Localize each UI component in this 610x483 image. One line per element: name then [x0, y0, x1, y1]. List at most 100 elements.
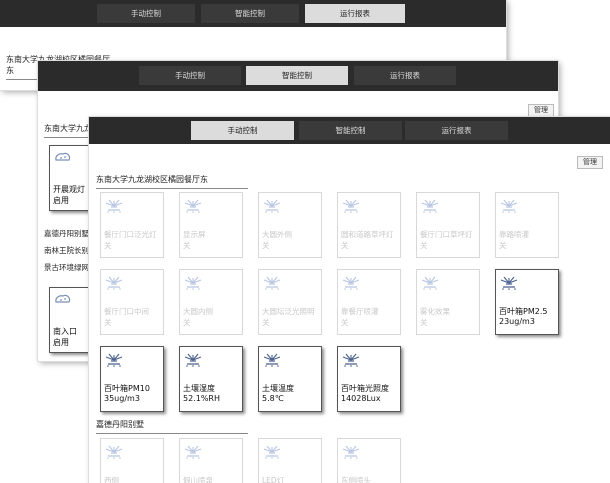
section-title: 东南大学九龙 [44, 123, 94, 138]
sprinkler-icon [184, 445, 202, 459]
tile-name: 百叶箱光照度 [341, 384, 389, 393]
sprinkler-icon [263, 199, 281, 213]
tile-name: 圆和道路草坪灯 [341, 230, 394, 239]
tab-run-report[interactable]: 运行报表 [405, 121, 508, 140]
sprinkler-icon [184, 353, 202, 367]
device-tile[interactable]: 大圆内侧关 [179, 269, 243, 335]
tile-name: 百叶箱PM2.5 [499, 307, 548, 316]
tile-name: 西侧 [104, 476, 119, 483]
sprinkler-icon [105, 276, 123, 290]
device-tile[interactable]: 雾化效果关 [416, 269, 480, 335]
sprinkler-icon [342, 353, 360, 367]
manage-button[interactable]: 管理 [577, 156, 603, 169]
device-tile[interactable]: 东侧喷头 [337, 438, 401, 483]
tab-smart-control[interactable]: 智能控制 [246, 66, 348, 85]
top-nav-bar: 手动控制 智能控制 运行报表 [38, 61, 558, 91]
tile-state: 启用 [53, 338, 69, 347]
tile-name: 餐厅门口泛光灯 [104, 230, 157, 239]
tile-state: 5.8℃ [262, 394, 284, 403]
device-tile[interactable]: 显示屏关 [179, 192, 243, 258]
tile-state: 关 [183, 318, 191, 327]
tab-smart-control[interactable]: 智能控制 [299, 121, 402, 140]
sprinkler-icon [55, 152, 71, 161]
sprinkler-icon [55, 294, 71, 303]
sprinkler-icon [342, 445, 360, 459]
device-tile[interactable]: 大圆坛泛光照明关 [258, 269, 322, 335]
tile-name: 靠路喷灌 [499, 230, 529, 239]
sprinkler-icon [184, 199, 202, 213]
tile-name: 土壤湿度 [183, 384, 215, 393]
sprinkler-icon [105, 445, 123, 459]
sprinkler-icon [500, 199, 518, 213]
device-tile[interactable]: 餐厅门口泛光灯关 [100, 192, 164, 258]
tile-state: 关 [104, 241, 112, 250]
tile-name: 显示屏 [183, 230, 206, 239]
device-tile[interactable]: 百叶箱PM10 35ug/m3 [100, 346, 164, 412]
site-list-item[interactable]: 嘉德丹阳别墅 [44, 228, 89, 239]
tile-state: 启用 [53, 196, 69, 205]
tile-name: 餐厅门口中间 [104, 307, 149, 316]
sprinkler-icon [342, 276, 360, 290]
device-tile[interactable]: 靠路喷灌关 [495, 192, 559, 258]
tab-manual-control[interactable]: 手动控制 [97, 4, 195, 23]
site-list-item[interactable]: 景古环境绿网 [44, 262, 89, 273]
section-title: 东南大学九龙湖校区橘园餐厅东 [96, 174, 248, 189]
tile-state: 关 [341, 318, 349, 327]
tile-name: 大圆坛泛光照明 [262, 307, 315, 316]
sprinkler-icon [263, 276, 281, 290]
tile-name: 大圆外侧 [262, 230, 292, 239]
tab-smart-control[interactable]: 智能控制 [201, 4, 299, 23]
device-tile[interactable]: 百叶箱PM2.5 23ug/m3 [495, 269, 559, 335]
tile-name: LED灯 [262, 476, 285, 483]
device-tile[interactable]: 靠餐厅喷灌关 [337, 269, 401, 335]
tile-state: 35ug/m3 [104, 394, 140, 403]
sprinkler-icon [263, 445, 281, 459]
tile-state: 14028Lux [341, 394, 381, 403]
tile-state: 关 [341, 241, 349, 250]
tile-state: 关 [420, 241, 428, 250]
tile-state: 关 [262, 241, 270, 250]
tile-name: 土壤温度 [262, 384, 294, 393]
sprinkler-icon [105, 353, 123, 367]
tile-name: 靠餐厅喷灌 [341, 307, 379, 316]
tab-manual-control[interactable]: 手动控制 [191, 121, 294, 140]
tile-name: 餐厅门口草坪灯 [420, 230, 473, 239]
tile-name: 南入口 [53, 327, 77, 336]
tile-state: 关 [499, 241, 507, 250]
tile-state: 52.1%RH [183, 394, 220, 403]
tile-name: 开晨观灯 [53, 185, 85, 194]
tile-name: 东侧喷头 [341, 476, 371, 483]
tile-state: 关 [420, 318, 428, 327]
sprinkler-icon [105, 199, 123, 213]
device-tile[interactable]: 百叶箱光照度 14028Lux [337, 346, 401, 412]
tile-name: 假山喷泉 [183, 476, 213, 483]
tab-manual-control[interactable]: 手动控制 [139, 66, 241, 85]
tile-name: 大圆内侧 [183, 307, 213, 316]
device-tile[interactable]: 假山喷泉 [179, 438, 243, 483]
sprinkler-icon [263, 353, 281, 367]
window-front: 手动控制 智能控制 运行报表 管理 东南大学九龙湖校区橘园餐厅东 嘉德丹阳别墅 … [89, 117, 610, 483]
sprinkler-icon [500, 276, 518, 290]
section-title: 嘉德丹阳别墅 [96, 419, 248, 434]
device-tile[interactable]: 土壤湿度 52.1%RH [179, 346, 243, 412]
top-nav-bar: 手动控制 智能控制 运行报表 [89, 117, 610, 144]
top-nav-bar: 手动控制 智能控制 运行报表 [0, 0, 506, 27]
device-tile[interactable]: 土壤温度 5.8℃ [258, 346, 322, 412]
device-tile[interactable]: 西侧 [100, 438, 164, 483]
device-tile[interactable]: 圆和道路草坪灯关 [337, 192, 401, 258]
device-tile[interactable]: 餐厅门口中间关 [100, 269, 164, 335]
sprinkler-icon [421, 276, 439, 290]
device-tile[interactable]: 餐厅门口草坪灯关 [416, 192, 480, 258]
device-tile[interactable]: 大圆外侧关 [258, 192, 322, 258]
device-tile[interactable]: LED灯 [258, 438, 322, 483]
tile-state: 关 [104, 318, 112, 327]
tab-run-report[interactable]: 运行报表 [354, 66, 456, 85]
manage-button[interactable]: 管理 [528, 104, 554, 117]
sprinkler-icon [342, 199, 360, 213]
tab-run-report[interactable]: 运行报表 [305, 4, 405, 23]
tile-state: 关 [262, 318, 270, 327]
sprinkler-icon [421, 199, 439, 213]
site-list-item[interactable]: 南林王院长别 [44, 245, 89, 256]
tile-state: 关 [183, 241, 191, 250]
tile-name: 雾化效果 [420, 307, 450, 316]
